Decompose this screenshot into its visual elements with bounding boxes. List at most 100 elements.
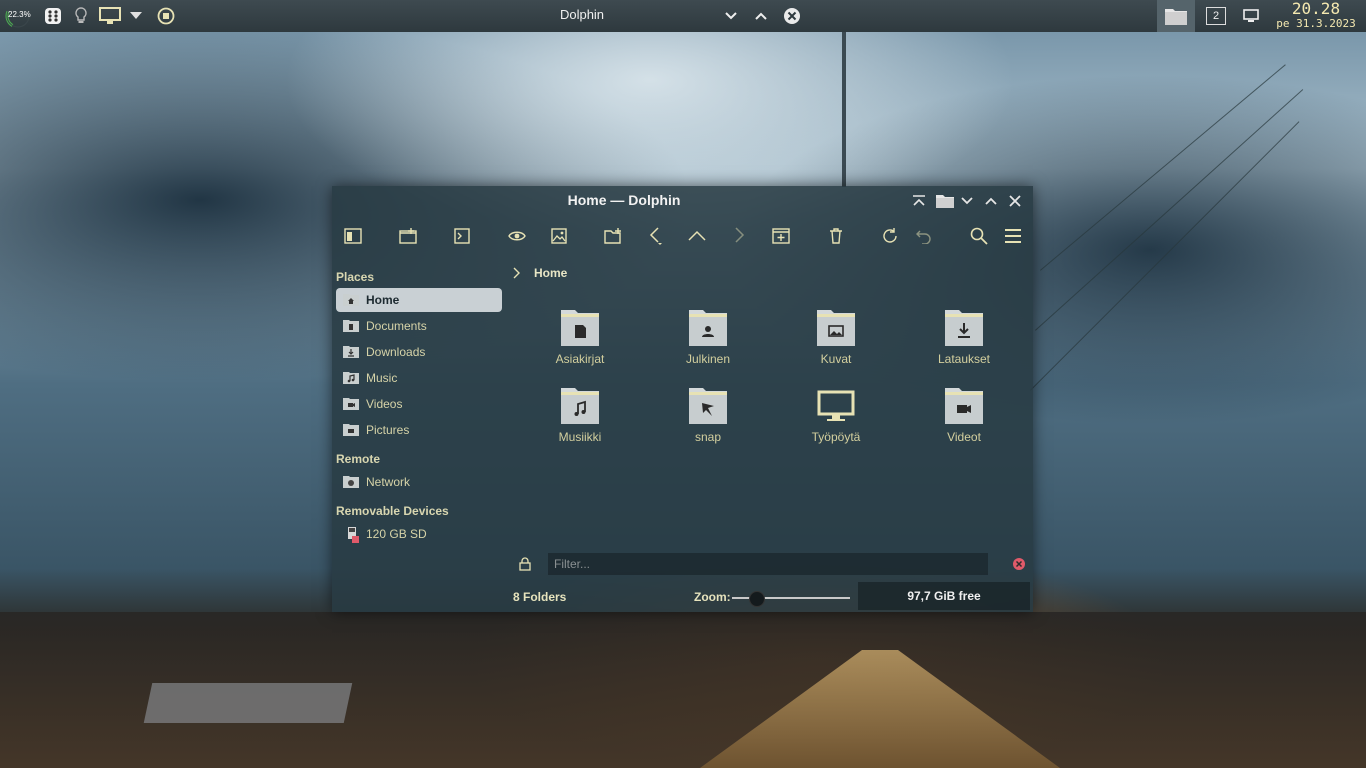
minimize-icon[interactable]	[958, 192, 976, 210]
sidebar-item-pictures[interactable]: Pictures	[336, 418, 502, 442]
zoom-slider-handle[interactable]	[748, 591, 765, 607]
sidebar-item-videos[interactable]: Videos	[336, 392, 502, 416]
wallpaper-wire	[1030, 121, 1300, 391]
sidebar-item-downloads[interactable]: Downloads	[336, 340, 502, 364]
downloads-folder-icon	[342, 345, 360, 359]
monitor-icon[interactable]	[98, 0, 122, 32]
terminal-icon[interactable]	[450, 224, 474, 248]
sidebar-item-label: Videos	[366, 397, 403, 411]
download-folder-icon	[944, 308, 984, 348]
window-folder-icon	[934, 192, 956, 210]
dolphin-window: Home — Dolphin Places Home Documents Dow…	[332, 186, 1033, 612]
pictures-folder-icon	[342, 423, 360, 437]
lock-icon[interactable]	[519, 557, 531, 571]
free-space-indicator[interactable]: 97,7 GiB free	[858, 582, 1030, 610]
documents-folder-icon	[342, 319, 360, 333]
hamburger-menu-icon[interactable]	[1001, 224, 1025, 248]
up-icon[interactable]	[685, 224, 709, 248]
trash-icon[interactable]	[824, 224, 848, 248]
sidebar-item-label: Documents	[366, 319, 427, 333]
filter-bar	[512, 551, 1025, 577]
sidebar-item-label: Music	[366, 371, 398, 385]
sidebar-item-label: Pictures	[366, 423, 410, 437]
breadcrumb-home[interactable]: Home	[534, 266, 567, 280]
file-item-työpöytä[interactable]: Työpöytä	[786, 386, 886, 456]
panel-minimize-icon[interactable]	[722, 0, 740, 32]
chevron-right-icon[interactable]	[512, 267, 522, 279]
workspace-switcher[interactable]: 2	[1205, 0, 1227, 32]
panel-maximize-icon[interactable]	[752, 0, 770, 32]
sidebar-item-label: Network	[366, 475, 411, 489]
filter-input[interactable]	[548, 553, 988, 575]
new-tab-icon[interactable]	[769, 224, 793, 248]
free-space-text: 97,7 GiB free	[907, 589, 981, 603]
reload-icon[interactable]	[878, 224, 902, 248]
battery-percent: 22.3%	[8, 10, 31, 19]
desktop-monitor-icon	[816, 386, 856, 426]
sd-card-icon	[342, 527, 360, 543]
maximize-icon[interactable]	[982, 192, 1000, 210]
remote-header: Remote	[336, 452, 381, 466]
battery-indicator[interactable]: 22.3%	[4, 0, 32, 32]
file-item-lataukset[interactable]: Lataukset	[914, 308, 1014, 378]
file-item-label: Työpöytä	[811, 430, 861, 444]
clock-date: pe 31.3.2023	[1276, 17, 1356, 30]
zoom-slider[interactable]	[732, 591, 850, 607]
file-item-asiakirjat[interactable]: Asiakirjat	[530, 308, 630, 378]
wallpaper-roof	[143, 683, 353, 723]
image-preview-icon[interactable]	[547, 224, 571, 248]
dice-icon[interactable]	[42, 0, 64, 32]
file-item-label: Lataukset	[937, 352, 991, 366]
music-folder-icon	[560, 386, 600, 426]
video-folder-icon	[944, 386, 984, 426]
sidebar-item-label: Home	[366, 293, 400, 307]
show-desktop-icon[interactable]	[1242, 0, 1260, 32]
file-item-label: Videot	[947, 430, 981, 444]
window-title: Home — Dolphin	[567, 192, 681, 208]
undo-icon[interactable]	[912, 224, 936, 248]
file-item-julkinen[interactable]: Julkinen	[658, 308, 758, 378]
network-folder-icon	[342, 475, 360, 489]
taskbar-dolphin-task[interactable]	[1157, 0, 1195, 32]
sidebar-item-home[interactable]: Home	[336, 288, 502, 312]
preview-eye-icon[interactable]	[505, 224, 529, 248]
new-window-icon[interactable]	[396, 224, 420, 248]
search-icon[interactable]	[967, 224, 991, 248]
file-item-label: Julkinen	[685, 352, 731, 366]
home-folder-icon	[342, 293, 360, 307]
file-item-kuvat[interactable]: Kuvat	[786, 308, 886, 378]
new-folder-icon[interactable]	[601, 224, 625, 248]
zoom-label: Zoom:	[694, 590, 731, 604]
pictures-folder-icon	[816, 308, 856, 348]
top-panel: 22.3% Dolphin 2 20.28 pe 31.3.2023	[0, 0, 1366, 32]
sidebar-item-music[interactable]: Music	[336, 366, 502, 390]
lightbulb-icon[interactable]	[72, 0, 90, 32]
wallpaper-wire	[1035, 89, 1304, 331]
folder-count: 8 Folders	[513, 590, 567, 604]
sidebar-item-documents[interactable]: Documents	[336, 314, 502, 338]
panel-close-icon[interactable]	[782, 0, 802, 32]
clock[interactable]: 20.28 pe 31.3.2023	[1270, 0, 1362, 30]
sidebar-item-label: 120 GB SD	[366, 527, 427, 541]
record-icon[interactable]	[156, 0, 176, 32]
close-icon[interactable]	[1006, 192, 1024, 210]
wallpaper-wire	[1040, 64, 1286, 271]
back-icon[interactable]	[644, 224, 668, 248]
window-titlebar[interactable]: Home — Dolphin	[332, 186, 1033, 216]
panels-icon[interactable]	[341, 224, 365, 248]
file-item-label: Kuvat	[820, 352, 852, 366]
sidebar-item-network[interactable]: Network	[336, 470, 502, 494]
keep-above-icon[interactable]	[910, 192, 928, 210]
music-folder-icon	[342, 371, 360, 385]
forward-icon[interactable]	[727, 224, 751, 248]
removable-header: Removable Devices	[336, 504, 449, 518]
public-folder-icon	[688, 308, 728, 348]
document-folder-icon	[560, 308, 600, 348]
clear-filter-icon[interactable]	[1012, 557, 1026, 571]
sidebar-item-sd-card[interactable]: 120 GB SD	[336, 522, 502, 546]
file-item-snap[interactable]: snap	[658, 386, 758, 456]
chevron-down-icon[interactable]	[128, 0, 144, 32]
snap-folder-icon	[688, 386, 728, 426]
file-item-musiikki[interactable]: Musiikki	[530, 386, 630, 456]
file-item-videot[interactable]: Videot	[914, 386, 1014, 456]
